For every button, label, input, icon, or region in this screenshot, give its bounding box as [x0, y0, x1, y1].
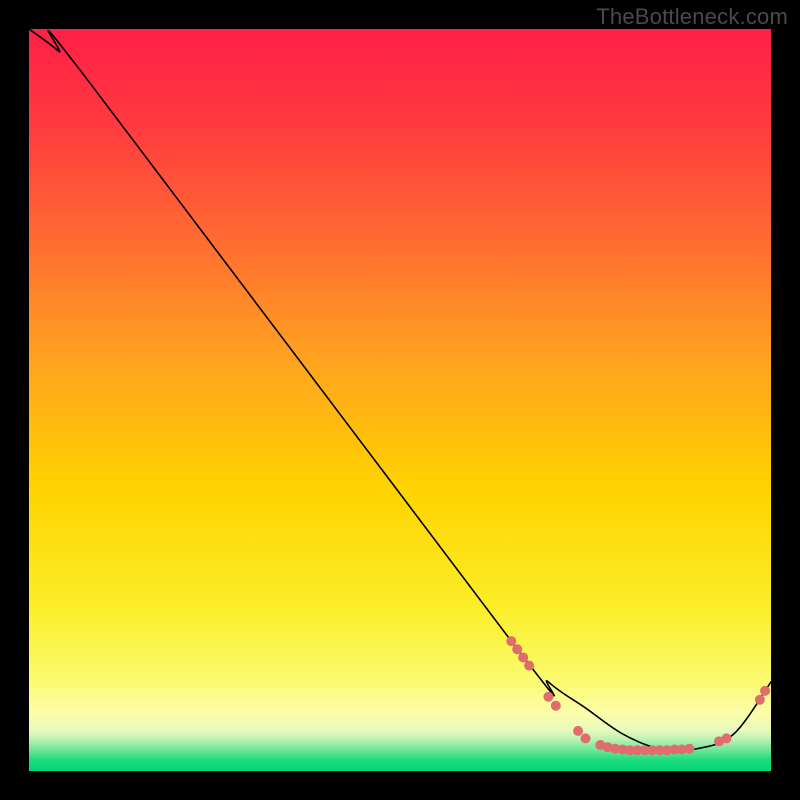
data-point [551, 701, 561, 711]
data-point [755, 695, 765, 705]
data-point [760, 686, 770, 696]
data-point [573, 726, 583, 736]
data-point [543, 692, 553, 702]
data-point [721, 733, 731, 743]
data-point [518, 652, 528, 662]
data-point [524, 661, 534, 671]
bottleneck-chart [29, 29, 771, 771]
data-point [581, 733, 591, 743]
data-point [506, 636, 516, 646]
chart-frame: TheBottleneck.com [0, 0, 800, 800]
data-point [684, 744, 694, 754]
data-point [512, 644, 522, 654]
gradient-background [29, 29, 771, 771]
plot-area [29, 29, 771, 771]
watermark-text: TheBottleneck.com [596, 4, 788, 30]
